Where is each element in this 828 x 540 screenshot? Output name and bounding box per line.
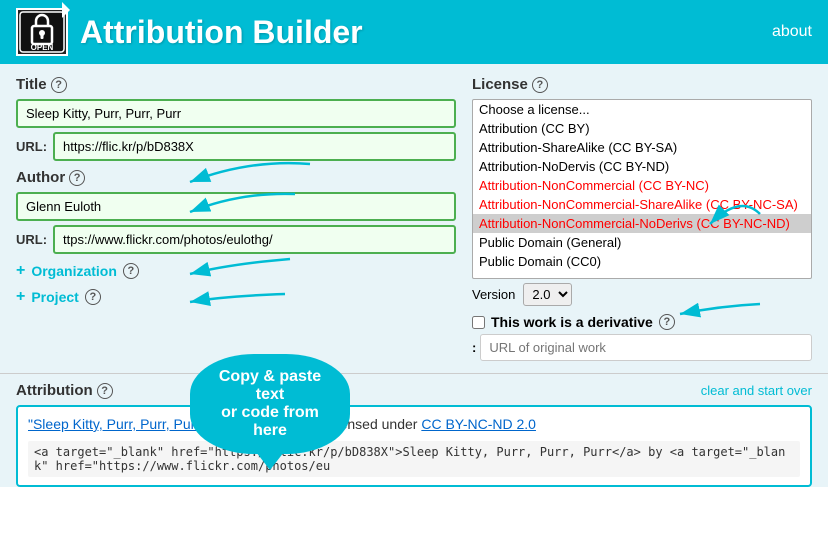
attribution-text: "Sleep Kitty, Purr, Purr, Purr" by Glenn… (28, 415, 800, 435)
license-option-choose[interactable]: Choose a license... (473, 100, 811, 119)
title-input[interactable] (16, 99, 456, 128)
attribution-label-text: Attribution (16, 382, 93, 399)
attribution-title-link[interactable]: "Sleep Kitty, Purr, Purr, Purr" (28, 416, 205, 432)
license-option-cc-by-nc[interactable]: Attribution-NonCommercial (CC BY-NC) (473, 176, 811, 195)
svg-text:OPEN: OPEN (31, 43, 54, 52)
organization-toggle[interactable]: + Organization ? (16, 262, 456, 280)
project-plus-icon: + (16, 288, 25, 306)
license-option-cc-by-nc-nd[interactable]: Attribution-NonCommercial-NoDerivs (CC B… (473, 214, 811, 233)
license-listbox[interactable]: Choose a license... Attribution (CC BY) … (472, 99, 812, 279)
title-label: Title (16, 76, 47, 93)
license-option-cc-by-nc-sa[interactable]: Attribution-NonCommercial-ShareAlike (CC… (473, 195, 811, 214)
tooltip-text: Copy & paste text or code from here (214, 368, 326, 440)
author-input[interactable] (16, 192, 456, 221)
app-title: Attribution Builder (80, 14, 363, 51)
license-option-cc-by-nd[interactable]: Attribution-NoDervis (CC BY-ND) (473, 157, 811, 176)
version-select[interactable]: 1.0 2.0 3.0 4.0 (523, 283, 572, 306)
license-label: License (472, 76, 528, 93)
derivative-checkbox[interactable] (472, 316, 485, 329)
license-option-cc-by-sa[interactable]: Attribution-ShareAlike (CC BY-SA) (473, 138, 811, 157)
project-help-icon[interactable]: ? (85, 289, 101, 305)
attribution-code[interactable]: <a target="_blank" href="https://flic.kr… (28, 441, 800, 477)
attribution-section: Attribution ? clear and start over "Slee… (0, 373, 828, 487)
license-option-cc0[interactable]: Public Domain (CC0) (473, 252, 811, 271)
attribution-help-icon[interactable]: ? (97, 383, 113, 399)
derivative-help-icon[interactable]: ? (659, 314, 675, 330)
license-help-icon[interactable]: ? (532, 77, 548, 93)
author-help-icon[interactable]: ? (69, 170, 85, 186)
organization-label: Organization (31, 263, 117, 279)
derivative-url-input[interactable] (480, 334, 812, 361)
author-url-label: URL: (16, 232, 47, 247)
title-url-input[interactable] (53, 132, 456, 161)
project-toggle[interactable]: + Project ? (16, 288, 456, 306)
clear-link[interactable]: clear and start over (701, 383, 812, 398)
title-help-icon[interactable]: ? (51, 77, 67, 93)
author-label: Author (16, 169, 65, 186)
attribution-license-link[interactable]: CC BY-NC-ND 2.0 (421, 416, 536, 432)
title-url-label: URL: (16, 139, 47, 154)
derivative-url-label: : (472, 340, 476, 355)
license-option-pd-general[interactable]: Public Domain (General) (473, 233, 811, 252)
attribution-box: "Sleep Kitty, Purr, Purr, Purr" by Glenn… (16, 405, 812, 487)
open-logo: OPEN (16, 8, 68, 56)
tooltip-bubble: Copy & paste text or code from here (190, 354, 350, 454)
license-option-cc-by[interactable]: Attribution (CC BY) (473, 119, 811, 138)
about-link[interactable]: about (772, 23, 812, 41)
version-label: Version (472, 287, 515, 302)
derivative-label: This work is a derivative (491, 314, 653, 330)
organization-plus-icon: + (16, 262, 25, 280)
organization-help-icon[interactable]: ? (123, 263, 139, 279)
author-url-input[interactable] (53, 225, 456, 254)
project-label: Project (31, 289, 78, 305)
